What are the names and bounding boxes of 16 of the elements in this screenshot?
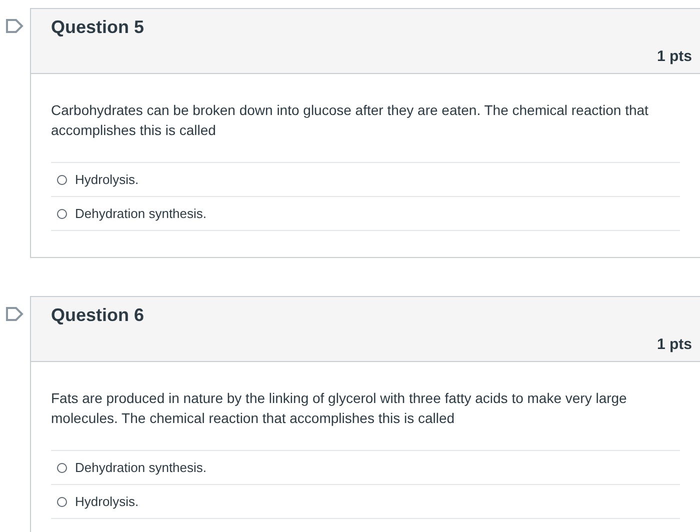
radio-button[interactable] [57,462,67,472]
bookmark-icon[interactable] [5,18,25,34]
points-label: 1 pts [656,336,692,353]
answer-label[interactable]: Dehydration synthesis. [75,206,207,221]
radio-button[interactable] [57,496,67,506]
radio-button[interactable] [57,208,67,218]
question-title: Question 6 [51,305,146,326]
answer-label[interactable]: Hydrolysis. [75,172,139,187]
question-text: Carbohydrates can be broken down into glucose after they are eaten. The chemical reaction that accomplishes this is called [51,101,650,140]
radio-button[interactable] [57,174,67,184]
bookmark-icon[interactable] [5,306,25,322]
answer-label[interactable]: Dehydration synthesis. [75,460,207,475]
question-text: Fats are produced in nature by the linking of glycerol with three fatty acids to make very large molecules. The chemical reaction that accomplishes this is called [51,389,628,428]
points-label: 1 pts [656,48,692,65]
answer-label[interactable]: Hydrolysis. [75,494,139,509]
question-title: Question 5 [51,17,146,38]
